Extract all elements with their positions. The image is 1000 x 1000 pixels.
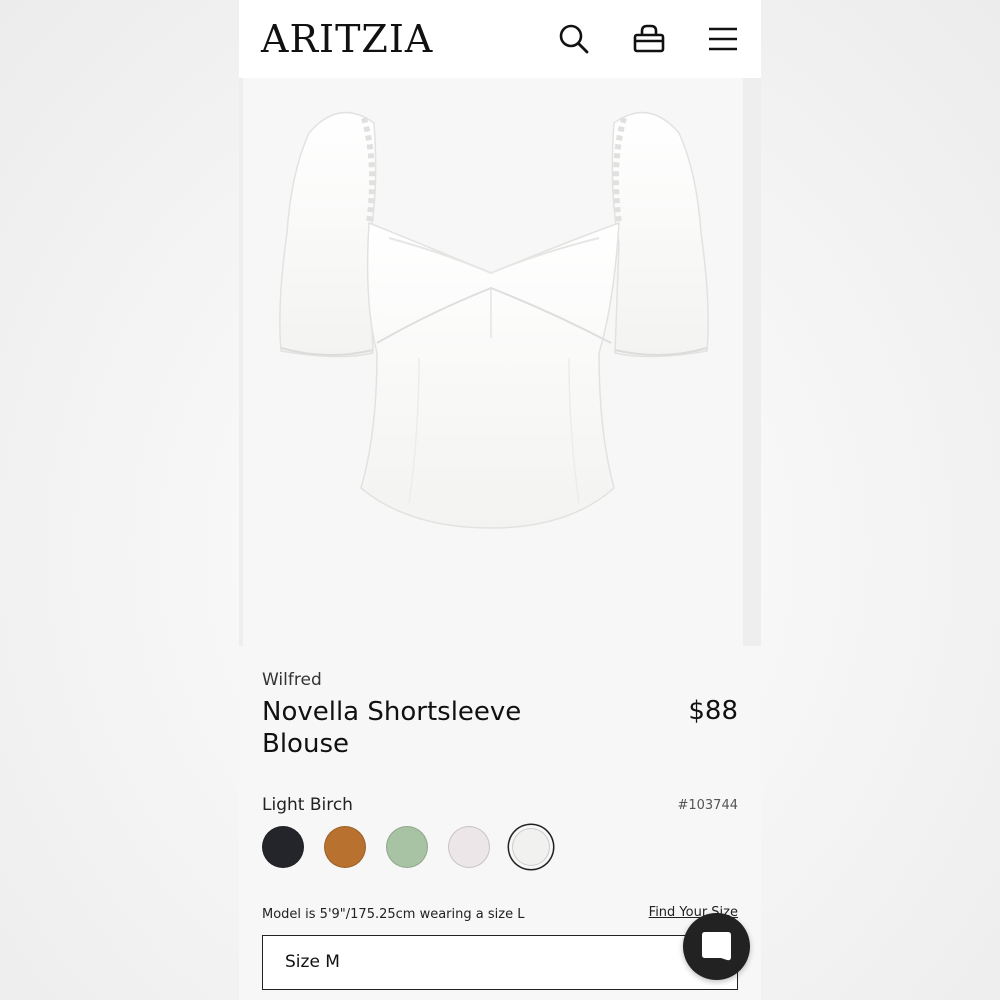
next-image-peek[interactable] — [743, 78, 761, 646]
color-swatch[interactable] — [324, 826, 366, 868]
product-price: $88 — [688, 696, 738, 726]
search-icon[interactable] — [557, 22, 591, 56]
color-swatch[interactable] — [262, 826, 304, 868]
size-selector[interactable]: Size M — [262, 935, 738, 990]
previous-image-peek — [239, 78, 243, 646]
product-name: Novella Shortsleeve Blouse — [262, 697, 522, 759]
size-selector-value: Size M — [285, 952, 340, 972]
color-swatch[interactable] — [386, 826, 428, 868]
product-sku: #103744 — [677, 798, 738, 813]
site-header: ARITZIA — [239, 0, 761, 78]
aritzia-logo[interactable]: ARITZIA — [261, 16, 433, 62]
product-image-carousel[interactable] — [239, 78, 761, 646]
product-image — [279, 111, 709, 529]
color-swatch[interactable] — [448, 826, 490, 868]
menu-icon[interactable] — [706, 22, 740, 56]
chat-icon — [702, 932, 731, 961]
bag-icon[interactable] — [632, 22, 666, 56]
product-page: ARITZIA Wilfred Novella Shortsleeve Blou… — [239, 0, 761, 1000]
model-size-note: Model is 5'9"/175.25cm wearing a size L — [262, 907, 525, 922]
product-brand[interactable]: Wilfred — [262, 670, 322, 690]
color-swatch-selected[interactable] — [512, 828, 550, 866]
selected-color-name: Light Birch — [262, 795, 353, 815]
chat-button[interactable] — [683, 913, 750, 980]
